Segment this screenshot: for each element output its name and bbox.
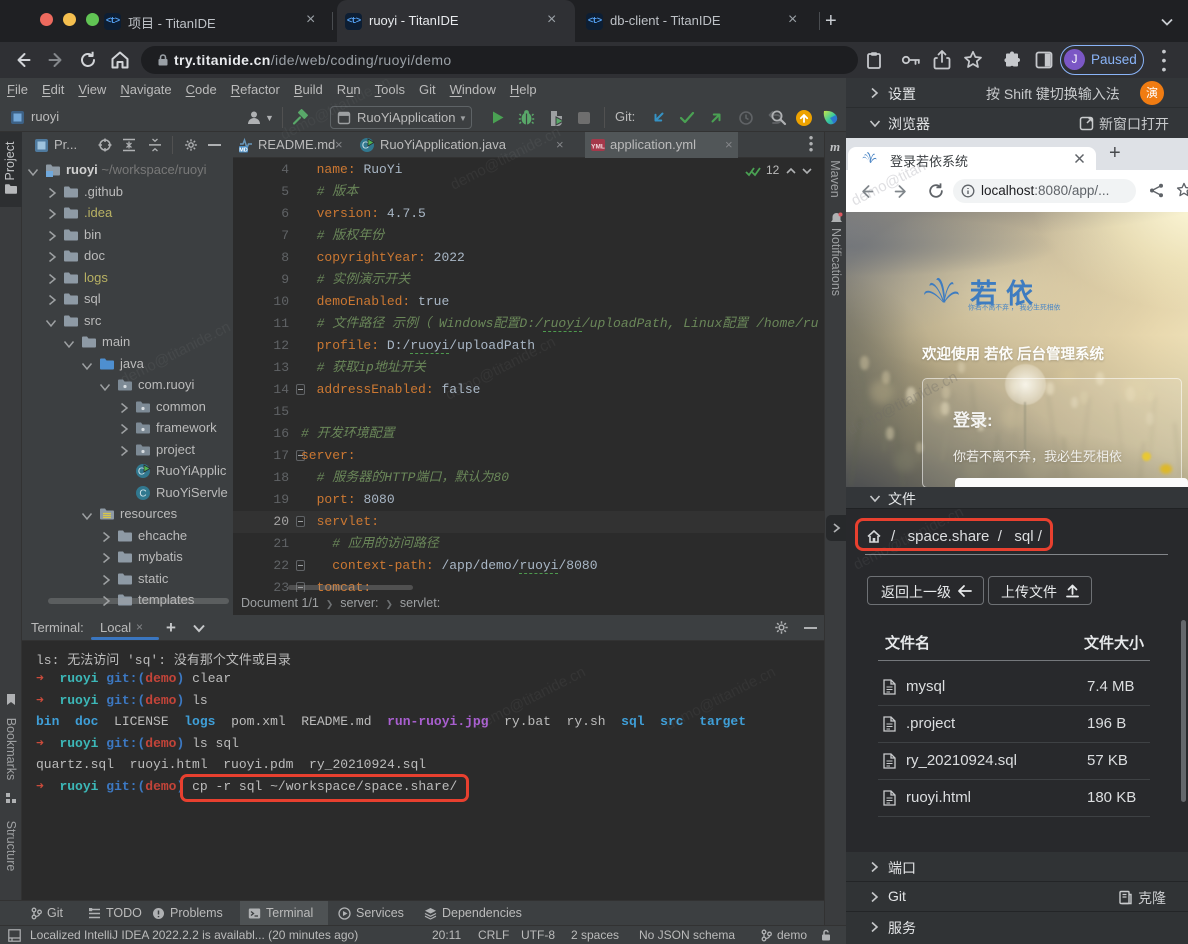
svg-text:YML: YML bbox=[591, 144, 605, 151]
svg-text:C: C bbox=[139, 488, 146, 499]
svg-text:MD: MD bbox=[239, 148, 248, 154]
